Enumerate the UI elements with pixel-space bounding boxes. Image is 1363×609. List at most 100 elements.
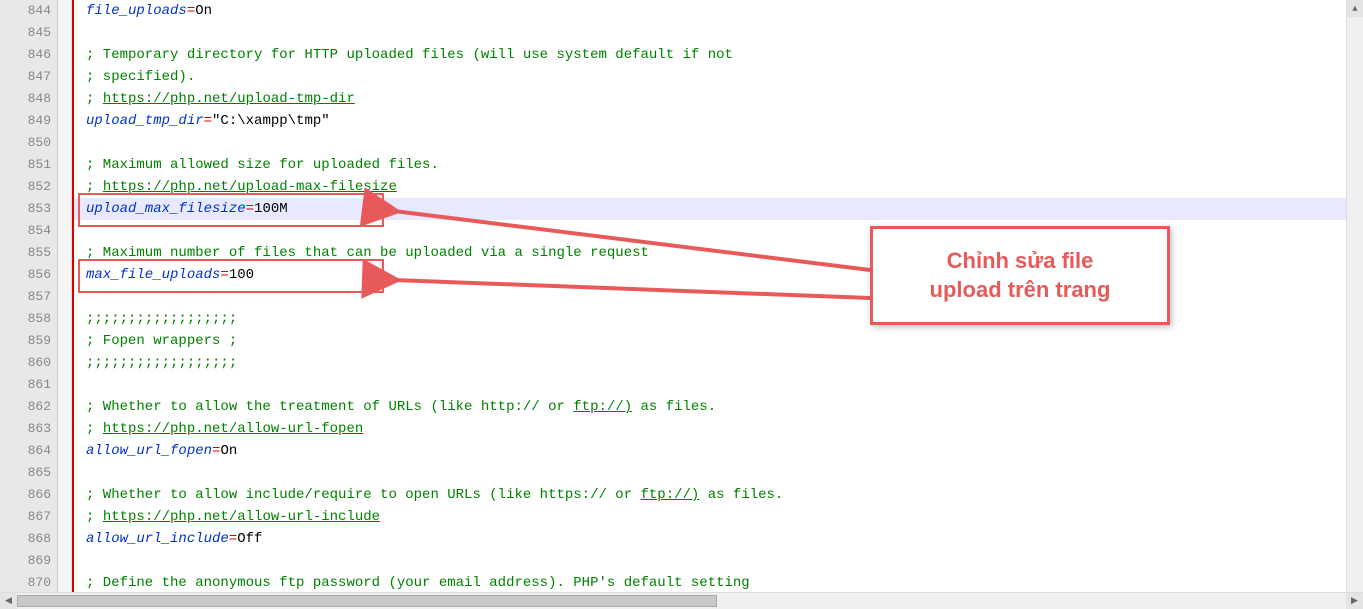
scroll-up-arrow[interactable]: ▲ [1347, 0, 1363, 17]
comment-token: ; Temporary directory for HTTP uploaded … [86, 47, 733, 63]
comment-token: ; [86, 421, 103, 437]
comment-token: as files. [699, 487, 783, 503]
val-token: On [220, 443, 237, 459]
line-number: 857 [0, 286, 51, 308]
comment-token: ; [86, 179, 103, 195]
comment-token: as files. [632, 399, 716, 415]
line-number: 870 [0, 572, 51, 592]
val-token: 100M [254, 201, 288, 217]
comment-token: ;;;;;;;;;;;;;;;;;; [86, 355, 237, 371]
line-number: 846 [0, 44, 51, 66]
scrollbar-thumb[interactable] [17, 595, 717, 607]
code-line[interactable]: ; Maximum allowed size for uploaded file… [86, 154, 1346, 176]
vertical-scrollbar[interactable]: ▲ [1346, 0, 1363, 592]
comment-token: ; Define the anonymous ftp password (you… [86, 575, 750, 591]
code-line[interactable] [86, 550, 1346, 572]
code-line[interactable]: ; https://php.net/upload-tmp-dir [86, 88, 1346, 110]
url-link[interactable]: https://php.net/allow-url-fopen [103, 421, 363, 437]
line-number: 854 [0, 220, 51, 242]
line-number: 853 [0, 198, 51, 220]
line-number: 859 [0, 330, 51, 352]
url-link[interactable]: https://php.net/upload-max-filesize [103, 179, 397, 195]
code-line[interactable]: ; specified). [86, 66, 1346, 88]
key-token: upload_max_filesize [86, 201, 246, 217]
comment-token: ; Fopen wrappers ; [86, 333, 237, 349]
line-number: 844 [0, 0, 51, 22]
line-number: 858 [0, 308, 51, 330]
url-link[interactable]: ftp://) [573, 399, 632, 415]
code-line[interactable]: ; Fopen wrappers ; [86, 330, 1346, 352]
line-number: 862 [0, 396, 51, 418]
val-token: "C:\xampp\tmp" [212, 113, 330, 129]
eq-token: = [229, 531, 237, 547]
line-number: 852 [0, 176, 51, 198]
annotation-callout: Chỉnh sửa file upload trên trang [870, 226, 1170, 325]
code-line[interactable]: ; Whether to allow the treatment of URLs… [86, 396, 1346, 418]
eq-token: = [204, 113, 212, 129]
code-line[interactable]: allow_url_fopen=On [86, 440, 1346, 462]
scroll-right-arrow[interactable]: ▶ [1346, 593, 1363, 609]
url-link[interactable]: ftp://) [641, 487, 700, 503]
line-number: 860 [0, 352, 51, 374]
code-line[interactable] [86, 374, 1346, 396]
annotation-line-1: Chỉnh sửa file [947, 248, 1094, 273]
code-line[interactable]: upload_tmp_dir="C:\xampp\tmp" [86, 110, 1346, 132]
comment-token: ; Maximum number of files that can be up… [86, 245, 649, 261]
comment-token: ; [86, 509, 103, 525]
comment-token: ; Whether to allow the treatment of URLs… [86, 399, 573, 415]
line-number: 848 [0, 88, 51, 110]
line-number: 849 [0, 110, 51, 132]
scroll-left-arrow[interactable]: ◀ [0, 593, 17, 609]
key-token: allow_url_fopen [86, 443, 212, 459]
comment-token: ;;;;;;;;;;;;;;;;;; [86, 311, 237, 327]
horizontal-scrollbar[interactable]: ◀ ▶ [0, 592, 1363, 609]
line-number: 867 [0, 506, 51, 528]
annotation-line-2: upload trên trang [930, 277, 1111, 302]
line-number-gutter: 8448458468478488498508518528538548558568… [0, 0, 58, 592]
comment-token: ; [86, 91, 103, 107]
code-line[interactable]: file_uploads=On [86, 0, 1346, 22]
fold-column [58, 0, 72, 592]
key-token: allow_url_include [86, 531, 229, 547]
key-token: max_file_uploads [86, 267, 220, 283]
comment-token: ; Maximum allowed size for uploaded file… [86, 157, 439, 173]
code-line[interactable]: allow_url_include=Off [86, 528, 1346, 550]
eq-token: = [187, 3, 195, 19]
val-token: On [195, 3, 212, 19]
url-link[interactable]: https://php.net/upload-tmp-dir [103, 91, 355, 107]
line-number: 864 [0, 440, 51, 462]
line-number: 855 [0, 242, 51, 264]
eq-token: = [246, 201, 254, 217]
url-link[interactable]: https://php.net/allow-url-include [103, 509, 380, 525]
code-line[interactable] [86, 132, 1346, 154]
eq-token: = [220, 267, 228, 283]
line-number: 851 [0, 154, 51, 176]
line-number: 868 [0, 528, 51, 550]
val-token: Off [237, 531, 262, 547]
code-line[interactable]: ; https://php.net/allow-url-fopen [86, 418, 1346, 440]
code-line[interactable]: ; Temporary directory for HTTP uploaded … [86, 44, 1346, 66]
code-line[interactable] [86, 462, 1346, 484]
line-number: 845 [0, 22, 51, 44]
code-line[interactable]: ;;;;;;;;;;;;;;;;;; [86, 352, 1346, 374]
key-token: upload_tmp_dir [86, 113, 204, 129]
line-number: 863 [0, 418, 51, 440]
line-number: 866 [0, 484, 51, 506]
code-line[interactable] [86, 22, 1346, 44]
line-number: 865 [0, 462, 51, 484]
val-token: 100 [229, 267, 254, 283]
code-line[interactable]: ; https://php.net/upload-max-filesize [86, 176, 1346, 198]
comment-token: ; specified). [86, 69, 195, 85]
line-number: 856 [0, 264, 51, 286]
code-line[interactable]: upload_max_filesize=100M [86, 198, 1346, 220]
scrollbar-track[interactable] [17, 593, 1346, 609]
comment-token: ; Whether to allow include/require to op… [86, 487, 641, 503]
code-line[interactable]: ; Whether to allow include/require to op… [86, 484, 1346, 506]
key-token: file_uploads [86, 3, 187, 19]
line-number: 850 [0, 132, 51, 154]
code-line[interactable]: ; https://php.net/allow-url-include [86, 506, 1346, 528]
line-number: 861 [0, 374, 51, 396]
line-number: 869 [0, 550, 51, 572]
line-number: 847 [0, 66, 51, 88]
code-line[interactable]: ; Define the anonymous ftp password (you… [86, 572, 1346, 592]
